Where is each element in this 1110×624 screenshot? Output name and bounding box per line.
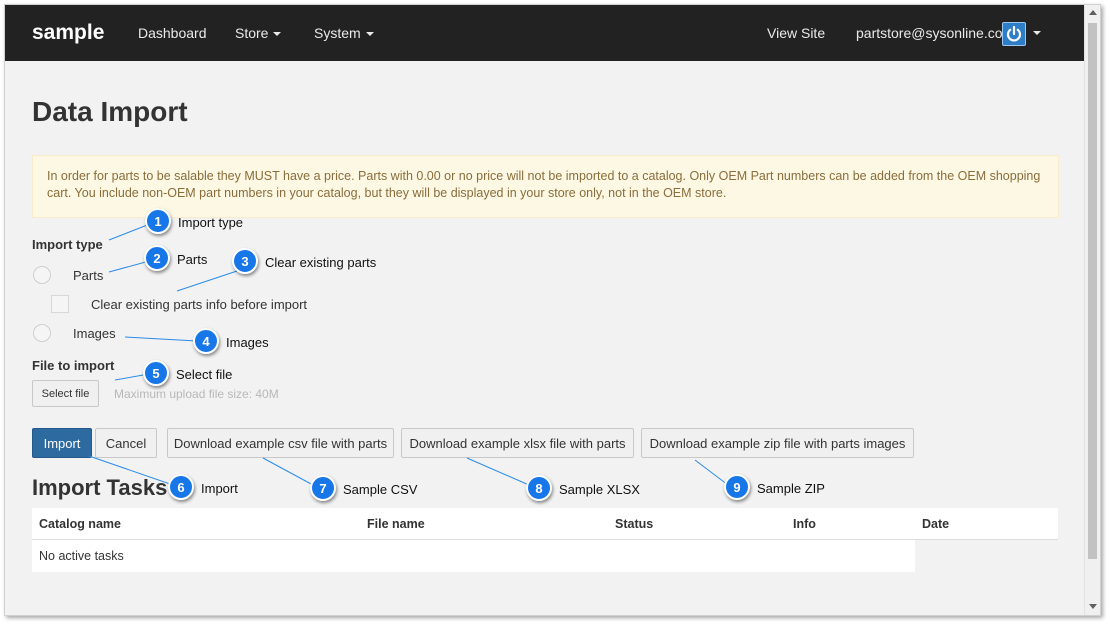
scroll-up-icon[interactable] — [1089, 10, 1097, 15]
callout-text-2: Parts — [177, 252, 208, 267]
leader-line-4 — [124, 336, 198, 342]
scroll-down-icon[interactable] — [1089, 604, 1097, 609]
callout-text-8: Sample XLSX — [559, 482, 640, 497]
app-window: sample Dashboard Store System View Site … — [4, 4, 1101, 616]
callout-badge-2: 2 — [144, 245, 170, 271]
callout-badge-9: 9 — [724, 474, 750, 500]
callout-badge-6: 6 — [168, 474, 194, 500]
callout-badge-7: 7 — [310, 475, 336, 501]
callout-text-6: Import — [201, 481, 238, 496]
callout-text-3: Clear existing parts — [265, 255, 377, 270]
leader-line-3 — [176, 270, 238, 292]
callout-leaders — [88, 221, 729, 486]
callout-badge-5: 5 — [143, 360, 169, 386]
callout-badge-4: 4 — [193, 328, 219, 354]
callout-badge-3: 3 — [232, 248, 258, 274]
leader-line-6 — [88, 455, 174, 486]
callout-badge-1: 1 — [145, 208, 171, 234]
callout-text-5: Select file — [176, 367, 233, 382]
leader-line-7 — [262, 457, 314, 486]
vertical-scrollbar[interactable] — [1084, 5, 1100, 615]
scrollbar-thumb[interactable] — [1088, 23, 1097, 559]
callout-badge-8: 8 — [526, 475, 552, 501]
callout-text-1: Import type — [178, 215, 244, 230]
callout-text-7: Sample CSV — [343, 482, 418, 497]
leader-line-8 — [466, 457, 530, 486]
leader-line-9 — [694, 459, 729, 486]
callout-text-4: Images — [226, 335, 269, 350]
callout-text-9: Sample ZIP — [757, 481, 825, 496]
